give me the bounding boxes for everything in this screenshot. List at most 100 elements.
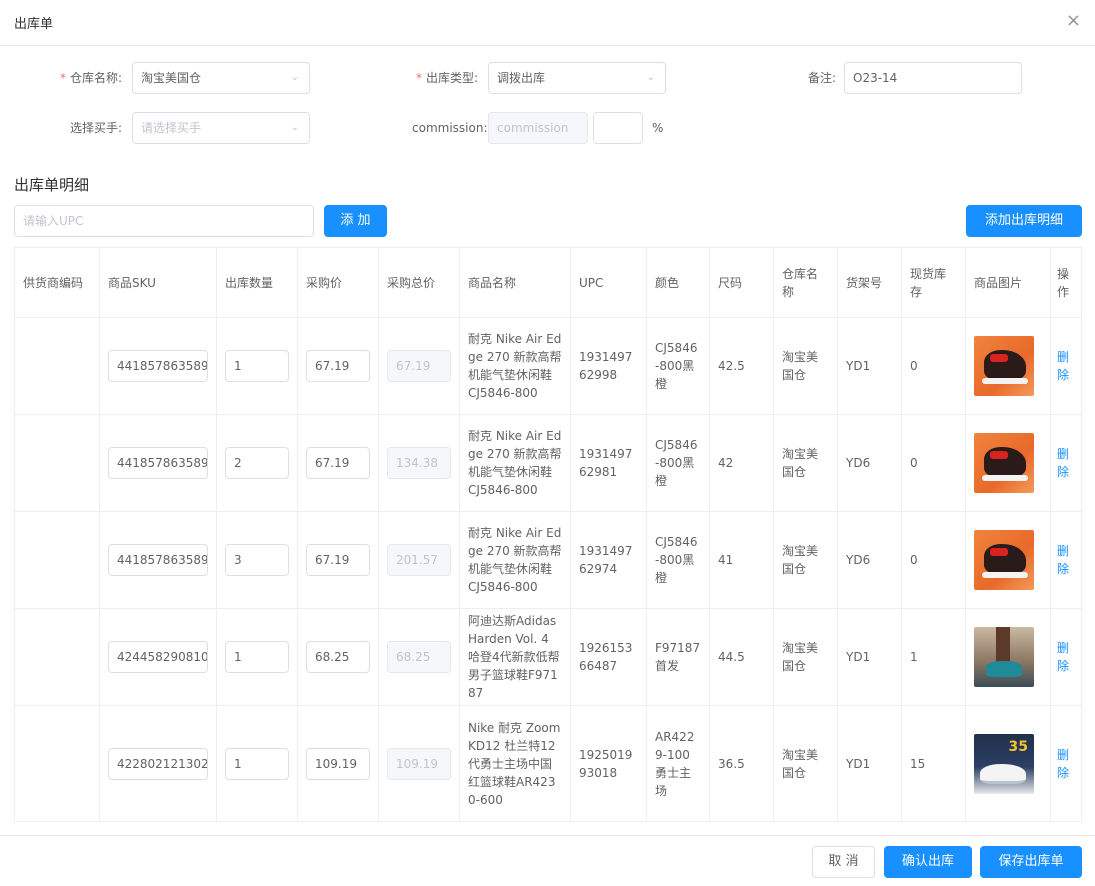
delete-link[interactable]: 删除	[1057, 542, 1074, 578]
quantity-input[interactable]: 3	[225, 544, 289, 576]
price-cell: 67.19	[298, 318, 379, 414]
size-cell: 44.5	[710, 609, 774, 705]
total-cell: 134.38	[379, 415, 460, 511]
cancel-button[interactable]: 取 消	[812, 846, 875, 878]
price-input[interactable]: 68.25	[306, 641, 370, 673]
upc-cell: 193149762981	[571, 415, 647, 511]
product-image	[974, 627, 1034, 687]
header-sku: 商品SKU	[100, 248, 217, 317]
quantity-input[interactable]: 1	[225, 350, 289, 382]
stock-cell: 1	[902, 609, 966, 705]
chevron-down-icon: ⌄	[290, 122, 299, 133]
sku-input[interactable]: 441857863589	[108, 350, 208, 382]
table-row: 424458290810 1 68.25 68.25 阿迪达斯Adidas Ha…	[15, 609, 1081, 706]
details-table: 供货商编码 商品SKU 出库数量 采购价 采购总价 商品名称 UPC 颜色 尺码…	[14, 247, 1082, 822]
close-icon[interactable]: ×	[1066, 10, 1081, 32]
sku-cell: 422802121302	[100, 706, 217, 821]
header-shelf: 货架号	[838, 248, 902, 317]
image-cell	[966, 318, 1051, 414]
buyer-label: 选择买手:	[70, 121, 123, 135]
upc-cell: 192615366487	[571, 609, 647, 705]
shelf-cell: YD1	[838, 318, 902, 414]
price-input[interactable]: 67.19	[306, 350, 370, 382]
color-cell: CJ5846-800黑橙	[647, 415, 710, 511]
supplier-code-cell	[15, 512, 100, 608]
supplier-code-cell	[15, 318, 100, 414]
size-cell: 36.5	[710, 706, 774, 821]
action-cell: 删除	[1051, 318, 1080, 414]
commission-label: commission:	[412, 121, 488, 135]
upc-cell: 193149762998	[571, 318, 647, 414]
action-cell: 删除	[1051, 609, 1080, 705]
image-cell	[966, 512, 1051, 608]
sku-input[interactable]: 424458290810	[108, 641, 208, 673]
product-name-cell: 阿迪达斯Adidas Harden Vol. 4 哈登4代新款低帮男子篮球鞋F9…	[460, 609, 571, 705]
price-input[interactable]: 109.19	[306, 747, 370, 780]
total-input: 201.57	[387, 544, 451, 576]
confirm-outbound-button[interactable]: 确认出库	[884, 846, 972, 878]
action-cell: 删除	[1051, 706, 1080, 821]
header-upc: UPC	[571, 248, 647, 317]
leg-shape	[996, 627, 1010, 663]
quantity-cell: 1	[217, 318, 298, 414]
delete-link[interactable]: 删除	[1057, 348, 1074, 384]
shoe-shape	[986, 661, 1022, 677]
required-mark: *	[60, 71, 66, 85]
price-input[interactable]: 67.19	[306, 544, 370, 576]
delete-link[interactable]: 删除	[1057, 746, 1074, 782]
product-name-cell: Nike 耐克 Zoom KD12 杜兰特12代勇士主场中国红篮球鞋AR4230…	[460, 706, 571, 821]
delete-link[interactable]: 删除	[1057, 639, 1074, 675]
header-product-name: 商品名称	[460, 248, 571, 317]
save-outbound-button[interactable]: 保存出库单	[980, 846, 1082, 878]
product-image	[974, 336, 1034, 396]
sku-input[interactable]: 441857863589	[108, 544, 208, 576]
quantity-input[interactable]: 1	[225, 641, 289, 673]
table-row: 441857863589 2 67.19 134.38 耐克 Nike Air …	[15, 415, 1081, 512]
sku-cell: 441857863589	[100, 318, 217, 414]
shoe-shape	[984, 350, 1026, 380]
details-section-title: 出库单明细	[14, 176, 90, 194]
header-color: 颜色	[647, 248, 710, 317]
quantity-input[interactable]: 1	[225, 747, 289, 780]
commission-percent-input[interactable]	[593, 112, 643, 144]
quantity-input[interactable]: 2	[225, 447, 289, 479]
sku-input[interactable]: 422802121302	[108, 747, 208, 780]
shoe-shape	[984, 447, 1026, 477]
header-image: 商品图片	[966, 248, 1051, 317]
header-stock: 现货库存	[902, 248, 966, 317]
shelf-cell: YD6	[838, 415, 902, 511]
shoe-sole	[982, 378, 1028, 384]
quantity-cell: 1	[217, 706, 298, 821]
sku-input[interactable]: 441857863589	[108, 447, 208, 479]
total-input: 68.25	[387, 641, 451, 673]
shoe-sole	[982, 475, 1028, 481]
remark-label: 备注:	[808, 71, 837, 85]
total-cell: 109.19	[379, 706, 460, 821]
delete-link[interactable]: 删除	[1057, 445, 1074, 481]
outbound-type-select[interactable]: 调拨出库 ⌄	[488, 62, 666, 94]
remark-input[interactable]: O23-14	[844, 62, 1022, 94]
supplier-code-cell	[15, 609, 100, 705]
image-cell	[966, 609, 1051, 705]
warehouse-select[interactable]: 淘宝美国仓 ⌄	[132, 62, 310, 94]
outbound-type-label: * 出库类型:	[416, 71, 479, 85]
price-input[interactable]: 67.19	[306, 447, 370, 479]
image-cell: 35	[966, 706, 1051, 821]
shelf-cell: YD1	[838, 609, 902, 705]
shoe-sole	[982, 572, 1028, 578]
buyer-select[interactable]: 请选择买手 ⌄	[132, 112, 310, 144]
warehouse-cell: 淘宝美国仓	[774, 415, 838, 511]
header-supplier-code: 供货商编码	[15, 248, 100, 317]
shelf-cell: YD1	[838, 706, 902, 821]
add-detail-button[interactable]: 添加出库明细	[966, 205, 1082, 237]
warehouse-cell: 淘宝美国仓	[774, 512, 838, 608]
shelf-cell: YD6	[838, 512, 902, 608]
stock-cell: 15	[902, 706, 966, 821]
upc-input[interactable]	[14, 205, 314, 237]
total-cell: 68.25	[379, 609, 460, 705]
image-cell	[966, 415, 1051, 511]
shoe-shape	[980, 763, 1026, 784]
commission-disabled-input: commission	[488, 112, 588, 144]
table-row: 422802121302 1 109.19 109.19 Nike 耐克 Zoo…	[15, 706, 1081, 821]
add-button[interactable]: 添 加	[324, 205, 387, 237]
